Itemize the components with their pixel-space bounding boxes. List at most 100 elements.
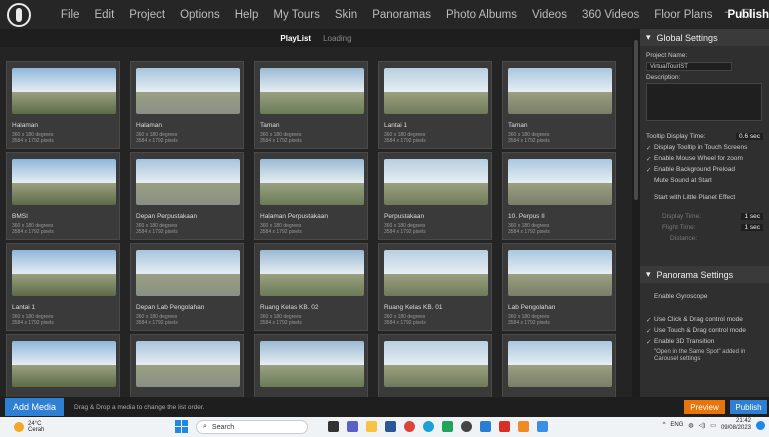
option-tooltip-touch[interactable]: ✓ Display Tooltip in Touch Screens xyxy=(640,142,769,153)
option-touch-drag[interactable]: ✓ Use Touch & Drag control mode xyxy=(640,325,769,336)
distance-label: Distance: xyxy=(670,235,698,242)
weather-widget[interactable]: 24°C Cerah xyxy=(14,421,44,433)
flight-time-input[interactable]: 1 sec xyxy=(741,224,763,231)
app-icon-chrome[interactable] xyxy=(404,421,415,432)
panorama-tile[interactable]: Depan Perpustakaan 360 x 180 degrees 3584 … xyxy=(130,152,244,240)
panorama-tile[interactable]: Ruang Kelas KB. 01 360 x 180 degrees 3584 … xyxy=(378,243,492,331)
menu-skin[interactable]: Skin xyxy=(335,9,357,21)
panorama-tile[interactable]: Perpustakaan 360 x 180 degrees 3584 x 1792… xyxy=(378,152,492,240)
panorama-tile[interactable]: Lab Pengolahan 360 x 180 degrees 3584 x 17… xyxy=(502,243,616,331)
grid-scroll-thumb[interactable] xyxy=(634,40,638,200)
network-icon[interactable]: ◍ xyxy=(688,422,693,429)
app-icon-orange[interactable] xyxy=(518,421,529,432)
system-tray: ^ ENG ◍ ◁) ▭ 21:42 09/08/2023 xyxy=(663,418,765,432)
option-mouse-wheel[interactable]: ✓ Enable Mouse Wheel for zoom xyxy=(640,153,769,164)
option-mute-sound[interactable]: Mute Sound at Start xyxy=(640,175,769,186)
flight-time-label: Flight Time: xyxy=(662,224,696,231)
panorama-thumbnail xyxy=(260,341,364,387)
option-little-planet[interactable]: Start with Little Planet Effect xyxy=(640,192,769,203)
menu-edit[interactable]: Edit xyxy=(94,9,114,21)
display-time-input[interactable]: 1 sec xyxy=(741,213,763,220)
option-label: Mute Sound at Start xyxy=(654,177,712,184)
app-icon-circle[interactable] xyxy=(461,421,472,432)
menu-my-tours[interactable]: My Tours xyxy=(273,9,319,21)
option-gyroscope[interactable]: Enable Gyroscope xyxy=(640,291,769,302)
panorama-thumbnail xyxy=(136,68,240,114)
panorama-thumbnail xyxy=(508,250,612,296)
panorama-name: Perpustakaan xyxy=(384,213,425,220)
tooltip-time-input[interactable]: 0.6 sec xyxy=(736,133,763,140)
panorama-tile[interactable]: Lantai 1 360 x 180 degrees 3584 x 1792 pix… xyxy=(378,61,492,149)
panorama-tile[interactable]: Taman 360 x 180 degrees 3584 x 1792 pixels xyxy=(254,61,368,149)
app-icon-photos[interactable] xyxy=(537,421,548,432)
maximize-icon[interactable]: ▢ xyxy=(741,6,751,19)
volume-icon[interactable]: ◁) xyxy=(699,422,706,429)
option-bg-preload[interactable]: ✓ Enable Background Preload xyxy=(640,164,769,175)
notification-icon[interactable] xyxy=(756,420,765,430)
panorama-tile[interactable] xyxy=(6,334,120,397)
menu-file[interactable]: File xyxy=(61,9,80,21)
panorama-tile[interactable]: 10. Perpus II 360 x 180 degrees 3584 x 179… xyxy=(502,152,616,240)
app-icon-pdf[interactable] xyxy=(499,421,510,432)
description-input[interactable] xyxy=(646,83,762,121)
preview-button[interactable]: Preview xyxy=(684,400,725,414)
menu-videos[interactable]: Videos xyxy=(532,9,567,21)
panorama-pixels: 3584 x 1792 pixels xyxy=(384,229,426,235)
menu-floor-plans[interactable]: Floor Plans xyxy=(654,9,712,21)
panorama-thumbnail xyxy=(260,250,364,296)
global-settings-header[interactable]: ▾ Global Settings xyxy=(640,29,769,46)
panorama-tile[interactable] xyxy=(254,334,368,397)
chevron-up-icon[interactable]: ^ xyxy=(663,422,666,428)
panorama-pixels: 3584 x 1792 pixels xyxy=(508,320,550,326)
language-indicator[interactable]: ENG xyxy=(670,422,683,428)
app-icon-widgets[interactable] xyxy=(328,421,339,432)
global-settings-title: Global Settings xyxy=(656,32,718,43)
panorama-tile[interactable] xyxy=(378,334,492,397)
panorama-tile[interactable]: Depan Lab Pengolahan 360 x 180 degrees 358… xyxy=(130,243,244,331)
app-icon-word[interactable] xyxy=(480,421,491,432)
app-icon-chat[interactable] xyxy=(347,421,358,432)
panorama-pixels: 3584 x 1792 pixels xyxy=(12,320,54,326)
project-name-input[interactable]: VirtualTourIST xyxy=(646,62,732,71)
panorama-meta: 360 x 180 degrees 3584 x 1792 pixels xyxy=(12,314,54,326)
windows-start-icon[interactable] xyxy=(175,420,188,433)
panorama-thumbnail xyxy=(384,341,488,387)
menu-project[interactable]: Project xyxy=(129,9,165,21)
clock[interactable]: 21:42 09/08/2023 xyxy=(721,418,751,432)
panorama-tile[interactable]: Lantai 1 360 x 180 degrees 3584 x 1792 pix… xyxy=(6,243,120,331)
app-icon-explorer[interactable] xyxy=(366,421,377,432)
option-3d-transition[interactable]: ✓ Enable 3D Transition xyxy=(640,336,769,347)
taskbar-search[interactable]: ⌕ Search xyxy=(196,420,308,434)
option-click-drag[interactable]: ✓ Use Click & Drag control mode xyxy=(640,314,769,325)
panorama-tile[interactable]: Taman 360 x 180 degrees 3584 x 1792 pixels xyxy=(502,61,616,149)
panorama-tile[interactable]: Halaman 360 x 180 degrees 3584 x 1792 pixe… xyxy=(6,61,120,149)
minimize-icon[interactable]: – xyxy=(724,6,730,19)
panorama-tile[interactable]: Ruang Kelas KB. 02 360 x 180 degrees 3584 … xyxy=(254,243,368,331)
panorama-tile[interactable]: Halaman Perpustakaan 360 x 180 degrees 358… xyxy=(254,152,368,240)
option-label: Enable Background Preload xyxy=(654,166,735,173)
menu-photo-albums[interactable]: Photo Albums xyxy=(446,9,517,21)
menu-panoramas[interactable]: Panoramas xyxy=(372,9,431,21)
publish-button[interactable]: Publish xyxy=(730,400,767,414)
panorama-name: Lab Pengolahan xyxy=(508,304,556,311)
panorama-tile[interactable] xyxy=(130,334,244,397)
add-media-button[interactable]: Add Media xyxy=(5,398,65,416)
panorama-tile[interactable]: BMSI 360 x 180 degrees 3584 x 1792 pixels xyxy=(6,152,120,240)
checkbox-icon: ✓ xyxy=(646,144,652,152)
panorama-name: Taman xyxy=(508,122,528,129)
tab-playlist[interactable]: PlayList xyxy=(280,34,311,43)
panorama-name: 10. Perpus II xyxy=(508,213,545,220)
menu-help[interactable]: Help xyxy=(235,9,259,21)
app-icon-edge[interactable] xyxy=(423,421,434,432)
tab-loading[interactable]: Loading xyxy=(323,34,351,43)
panorama-tile[interactable] xyxy=(502,334,616,397)
app-icon-store[interactable] xyxy=(385,421,396,432)
panorama-settings-header[interactable]: ▾ Panorama Settings xyxy=(640,266,769,283)
panorama-tile[interactable]: Halaman 360 x 180 degrees 3584 x 1792 pixe… xyxy=(130,61,244,149)
app-icon-green[interactable] xyxy=(442,421,453,432)
menu-360-videos[interactable]: 360 Videos xyxy=(582,9,639,21)
panorama-thumbnail xyxy=(136,159,240,205)
panorama-name: Halaman xyxy=(136,122,163,129)
menu-options[interactable]: Options xyxy=(180,9,220,21)
battery-icon[interactable]: ▭ xyxy=(710,422,716,429)
